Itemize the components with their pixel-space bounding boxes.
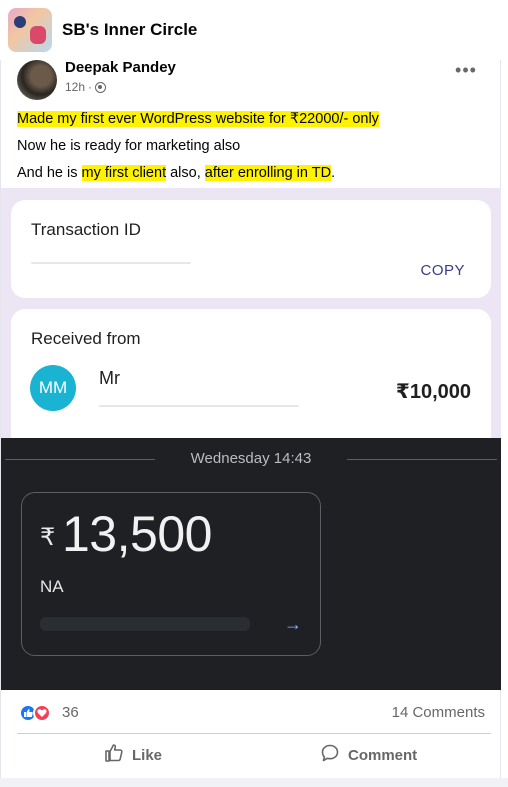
post-time[interactable]: 12h xyxy=(65,80,85,94)
post-image[interactable]: Transaction ID COPY Received from MM Mr … xyxy=(1,188,501,690)
highlighted-text: my first client xyxy=(81,165,167,181)
received-card: Received from MM Mr ₹10,000 xyxy=(11,309,491,449)
payment-screenshot-bottom: Wednesday 14:43 ₹ 13,500 NA → xyxy=(1,438,501,690)
post-meta: 12h · xyxy=(65,80,107,94)
comment-bubble-icon xyxy=(320,743,340,767)
post-line-1: Made my first ever WordPress website for… xyxy=(17,106,379,133)
like-thumb-icon xyxy=(104,743,124,767)
like-label: Like xyxy=(132,746,163,764)
comment-button[interactable]: Comment xyxy=(320,743,417,767)
meta-separator: · xyxy=(88,80,93,94)
group-header[interactable]: SB's Inner Circle xyxy=(0,0,508,60)
transaction-label: Transaction ID xyxy=(31,220,141,239)
bottom-spacer xyxy=(0,778,508,787)
payment-note: NA xyxy=(40,577,64,596)
date-time: Wednesday 14:43 xyxy=(190,450,312,467)
copy-button: COPY xyxy=(420,262,465,279)
redacted-sender xyxy=(99,405,299,407)
received-label: Received from xyxy=(31,329,141,348)
author-avatar[interactable] xyxy=(17,60,57,100)
reactions-bar: 36 14 Comments xyxy=(0,698,508,728)
text-segment: And he is xyxy=(17,165,82,181)
sender-avatar: MM xyxy=(30,365,76,411)
divider xyxy=(17,733,491,734)
post-line-2: Now he is ready for marketing also xyxy=(17,138,241,154)
highlighted-text: Made my first ever WordPress website for… xyxy=(17,111,379,127)
payment-amount: 13,500 xyxy=(62,506,212,562)
date-separator: Wednesday 14:43 xyxy=(5,450,497,467)
payment-screenshot-top: Transaction ID COPY Received from MM Mr … xyxy=(1,188,501,449)
post-header: Deepak Pandey 12h · ••• xyxy=(0,58,508,100)
received-amount: ₹10,000 xyxy=(395,381,471,403)
more-options-icon[interactable]: ••• xyxy=(452,61,480,84)
author-name[interactable]: Deepak Pandey xyxy=(65,59,176,76)
sender-name: Mr xyxy=(99,368,120,388)
reaction-icons[interactable] xyxy=(19,704,51,722)
globe-icon xyxy=(95,81,107,93)
reaction-count[interactable]: 36 xyxy=(62,704,79,721)
post-line-3: And he is my first client also, after en… xyxy=(17,160,379,187)
group-avatar[interactable] xyxy=(8,8,52,52)
love-reaction-icon xyxy=(33,704,51,722)
rupee-symbol: ₹ xyxy=(40,524,56,551)
group-title[interactable]: SB's Inner Circle xyxy=(62,20,197,40)
post-actions: Like Comment xyxy=(0,738,508,772)
payment-card: ₹ 13,500 NA → xyxy=(21,492,321,656)
post-text: Made my first ever WordPress website for… xyxy=(17,106,379,187)
redacted-id xyxy=(31,262,191,264)
comments-count[interactable]: 14 Comments xyxy=(392,704,485,721)
arrow-right-icon: → xyxy=(284,614,302,634)
transaction-card: Transaction ID COPY xyxy=(11,200,491,298)
text-segment: . xyxy=(331,165,336,181)
highlighted-text: after enrolling in TD xyxy=(204,165,332,181)
redacted-details xyxy=(40,617,250,631)
like-button[interactable]: Like xyxy=(104,743,162,767)
comment-label: Comment xyxy=(348,746,418,764)
text-segment: also, xyxy=(166,165,205,181)
